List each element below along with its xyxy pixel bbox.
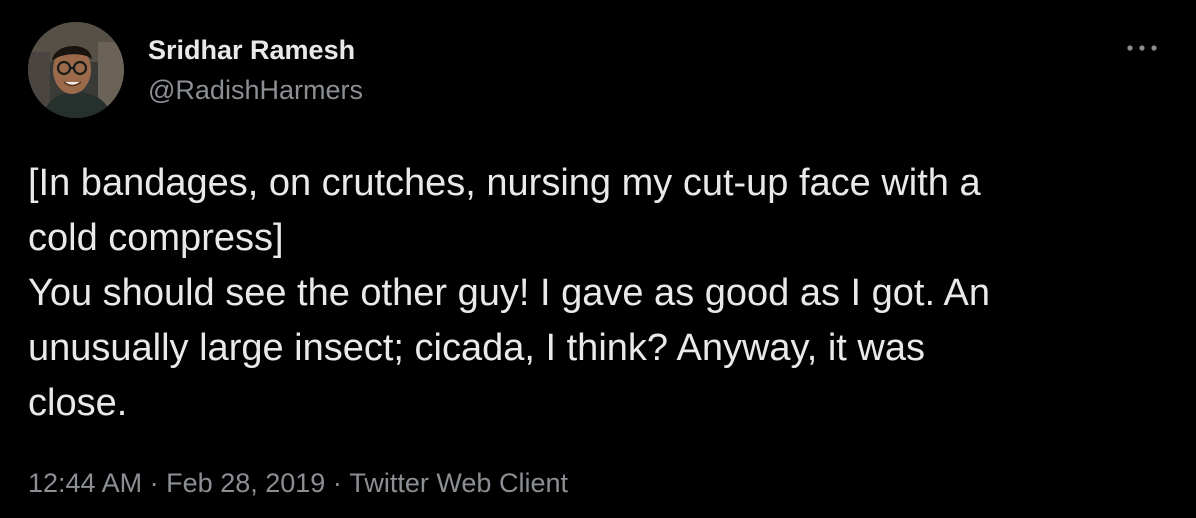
more-options-button[interactable] — [1120, 32, 1164, 64]
tweet-text-line: You should see the other guy! I gave as … — [28, 272, 990, 314]
tweet-text-line: cold compress] — [28, 217, 284, 259]
tweet-metadata: 12:44 AM · Feb 28, 2019 · Twitter Web Client — [28, 466, 568, 500]
meta-separator: · — [149, 468, 159, 498]
tweet-text: [In bandages, on crutches, nursing my cu… — [28, 156, 1168, 431]
tweet-date[interactable]: Feb 28, 2019 — [166, 468, 325, 498]
meta-separator: · — [332, 468, 342, 498]
tweet-text-line: [In bandages, on crutches, nursing my cu… — [28, 162, 981, 204]
author-display-name[interactable]: Sridhar Ramesh — [148, 34, 355, 66]
author-handle[interactable]: @RadishHarmers — [148, 74, 363, 106]
more-horizontal-icon — [1127, 45, 1157, 51]
avatar[interactable] — [28, 22, 124, 118]
tweet-text-line: unusually large insect; cicada, I think?… — [28, 327, 925, 369]
tweet-time[interactable]: 12:44 AM — [28, 468, 142, 498]
profile-photo-icon — [28, 22, 124, 118]
tweet-source-link[interactable]: Twitter Web Client — [349, 468, 568, 498]
tweet-text-line: close. — [28, 382, 128, 424]
